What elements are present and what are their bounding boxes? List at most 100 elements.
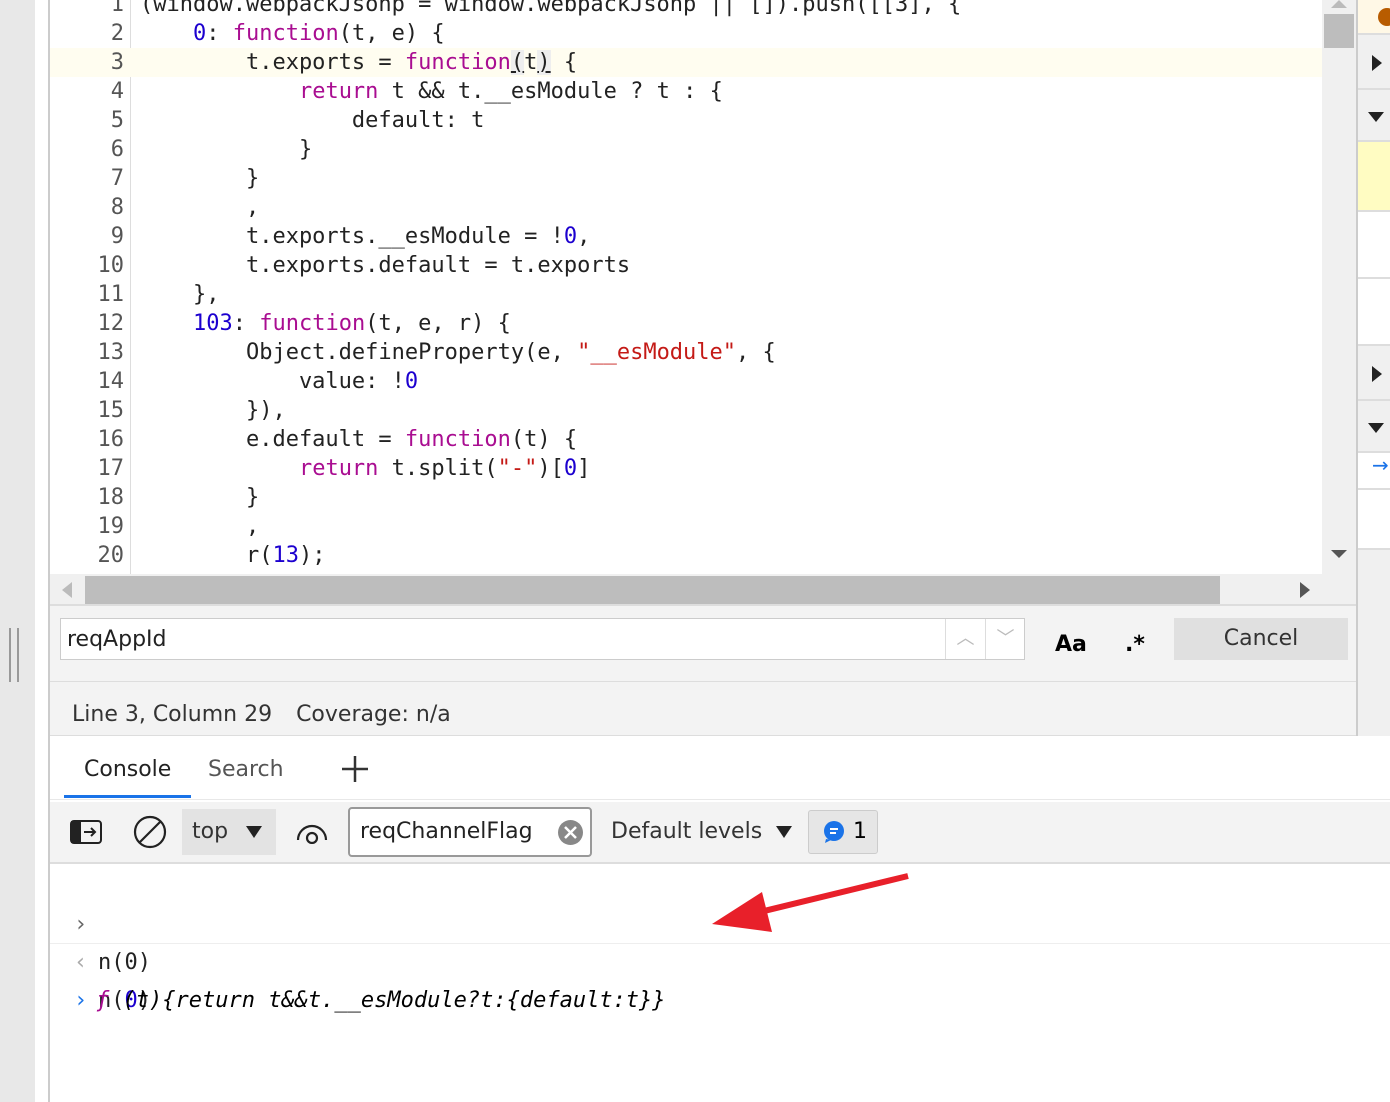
find-previous-button[interactable]: ︿ bbox=[945, 619, 985, 659]
vertical-scroll-thumb[interactable] bbox=[1324, 14, 1354, 48]
code-line[interactable]: 7 } bbox=[50, 164, 1322, 193]
horizontal-scroll-thumb[interactable] bbox=[85, 576, 1220, 604]
code-token: (t, e) { bbox=[338, 21, 445, 46]
code-text: return t.split("-")[0] bbox=[140, 454, 590, 483]
line-number[interactable]: 19 bbox=[50, 512, 125, 541]
line-number[interactable]: 2 bbox=[50, 19, 124, 48]
code-token: function bbox=[259, 311, 366, 336]
expand-section[interactable] bbox=[1358, 346, 1390, 401]
code-line[interactable]: 16 e.default = function(t) { bbox=[50, 425, 1322, 454]
code-line[interactable]: 11 }, bbox=[50, 280, 1322, 309]
annotation-arrow bbox=[712, 873, 909, 932]
code-line[interactable]: 19 , bbox=[50, 512, 1322, 541]
console-prompt[interactable]: › bbox=[50, 944, 1390, 1013]
code-editor[interactable]: 1 (window.webpackJsonp = window.webpackJs… bbox=[50, 0, 1322, 574]
code-text: , bbox=[140, 512, 259, 541]
scroll-down-icon[interactable] bbox=[1331, 550, 1347, 559]
code-token: ); bbox=[298, 543, 326, 568]
line-number[interactable]: 11 bbox=[50, 280, 125, 309]
code-token: t && t.__esModule ? t : { bbox=[378, 79, 723, 104]
arrow-right-icon[interactable]: → bbox=[1358, 453, 1390, 490]
code-text: 0: function(t, e) { bbox=[140, 19, 445, 48]
tab-console[interactable]: Console bbox=[64, 736, 192, 798]
resize-handle[interactable] bbox=[9, 628, 19, 682]
code-token: t.split( bbox=[378, 456, 498, 481]
line-number[interactable]: 17 bbox=[50, 454, 125, 483]
console-filter-input[interactable]: reqChannelFlag bbox=[348, 807, 592, 857]
scroll-right-icon[interactable] bbox=[1300, 582, 1310, 598]
log-levels-dropdown[interactable]: Default levels bbox=[611, 809, 793, 855]
line-number[interactable]: 8 bbox=[50, 193, 124, 222]
line-number[interactable]: 7 bbox=[50, 164, 124, 193]
sidebar-toggle-icon[interactable] bbox=[70, 820, 102, 844]
line-number[interactable]: 14 bbox=[50, 367, 125, 396]
line-number[interactable]: 9 bbox=[50, 222, 124, 251]
code-token: (window.webpackJsonp = window.webpackJso… bbox=[140, 0, 962, 17]
scroll-up-icon[interactable] bbox=[1331, 0, 1347, 8]
live-expression-eye-icon[interactable] bbox=[295, 820, 329, 844]
code-line[interactable]: 20 r(13); bbox=[50, 541, 1322, 570]
regex-button[interactable]: .* bbox=[1125, 632, 1145, 657]
match-case-button[interactable]: Aa bbox=[1055, 632, 1087, 657]
context-selector[interactable]: top bbox=[182, 809, 276, 855]
code-token: , bbox=[140, 195, 260, 220]
coverage-status[interactable]: Coverage: n/a bbox=[296, 702, 451, 727]
drawer-tabs: Console Search bbox=[50, 736, 1390, 800]
code-text: 103: function(t, e, r) { bbox=[140, 309, 511, 338]
line-number[interactable]: 5 bbox=[50, 106, 124, 135]
code-token: )[ bbox=[537, 456, 564, 481]
expand-section[interactable] bbox=[1358, 35, 1390, 90]
code-token: function bbox=[232, 21, 339, 46]
code-line[interactable]: 2 0: function(t, e) { bbox=[50, 19, 1322, 48]
find-next-button[interactable]: ﹀ bbox=[985, 619, 1025, 659]
line-number[interactable]: 1 bbox=[50, 0, 124, 19]
console-toolbar: top reqChannelFlag Default levels 1 bbox=[50, 802, 1390, 864]
code-line[interactable]: 13 Object.defineProperty(e, "__esModule"… bbox=[50, 338, 1322, 367]
code-token: } bbox=[140, 137, 313, 162]
code-line[interactable]: 5 default: t bbox=[50, 106, 1322, 135]
line-number[interactable]: 16 bbox=[50, 425, 125, 454]
panel-row bbox=[1358, 279, 1390, 346]
clear-filter-icon[interactable] bbox=[558, 820, 583, 845]
code-text: , bbox=[140, 193, 259, 222]
code-line[interactable]: 14 value: !0 bbox=[50, 367, 1322, 396]
clear-console-icon[interactable] bbox=[133, 815, 167, 849]
code-line[interactable]: 6 } bbox=[50, 135, 1322, 164]
code-line[interactable]: 8 , bbox=[50, 193, 1322, 222]
add-tab-icon[interactable] bbox=[340, 754, 370, 784]
tab-search[interactable]: Search bbox=[188, 736, 304, 798]
code-token: return bbox=[298, 456, 379, 481]
code-line[interactable]: 17 return t.split("-")[0] bbox=[50, 454, 1322, 483]
collapse-section[interactable] bbox=[1358, 90, 1390, 142]
line-number[interactable]: 6 bbox=[50, 135, 124, 164]
cancel-button[interactable]: Cancel bbox=[1174, 618, 1348, 660]
line-number[interactable]: 12 bbox=[50, 309, 125, 338]
filter-value: reqChannelFlag bbox=[360, 819, 533, 844]
code-line[interactable]: 4 return t && t.__esModule ? t : { bbox=[50, 77, 1322, 106]
code-token: return bbox=[298, 79, 379, 104]
line-number[interactable]: 13 bbox=[50, 338, 125, 367]
code-line[interactable]: 9 t.exports.__esModule = !0, bbox=[50, 222, 1322, 251]
line-number[interactable]: 4 bbox=[50, 77, 124, 106]
code-token: "__esModule" bbox=[577, 340, 737, 365]
code-line[interactable]: 1 (window.webpackJsonp = window.webpackJs… bbox=[50, 0, 1322, 19]
find-input[interactable]: reqAppId bbox=[60, 618, 1025, 660]
line-number[interactable]: 18 bbox=[50, 483, 125, 512]
code-text: }, bbox=[140, 280, 220, 309]
message-count-button[interactable]: 1 bbox=[808, 810, 878, 854]
code-line[interactable]: 15 }), bbox=[50, 396, 1322, 425]
code-token: (t) { bbox=[510, 427, 578, 452]
vertical-scrollbar[interactable] bbox=[1322, 0, 1356, 574]
code-line[interactable]: 18 } bbox=[50, 483, 1322, 512]
line-number[interactable]: 15 bbox=[50, 396, 125, 425]
code-line[interactable]: 10 t.exports.default = t.exports bbox=[50, 251, 1322, 280]
collapse-section[interactable] bbox=[1358, 401, 1390, 453]
line-number[interactable]: 10 bbox=[50, 251, 125, 280]
code-line[interactable]: 12 103: function(t, e, r) { bbox=[50, 309, 1322, 338]
scroll-left-icon[interactable] bbox=[62, 582, 72, 598]
line-number[interactable]: 3 bbox=[50, 48, 124, 77]
line-number[interactable]: 20 bbox=[50, 541, 125, 570]
code-line[interactable]: 3 t.exports = function(t) { bbox=[50, 48, 1322, 77]
